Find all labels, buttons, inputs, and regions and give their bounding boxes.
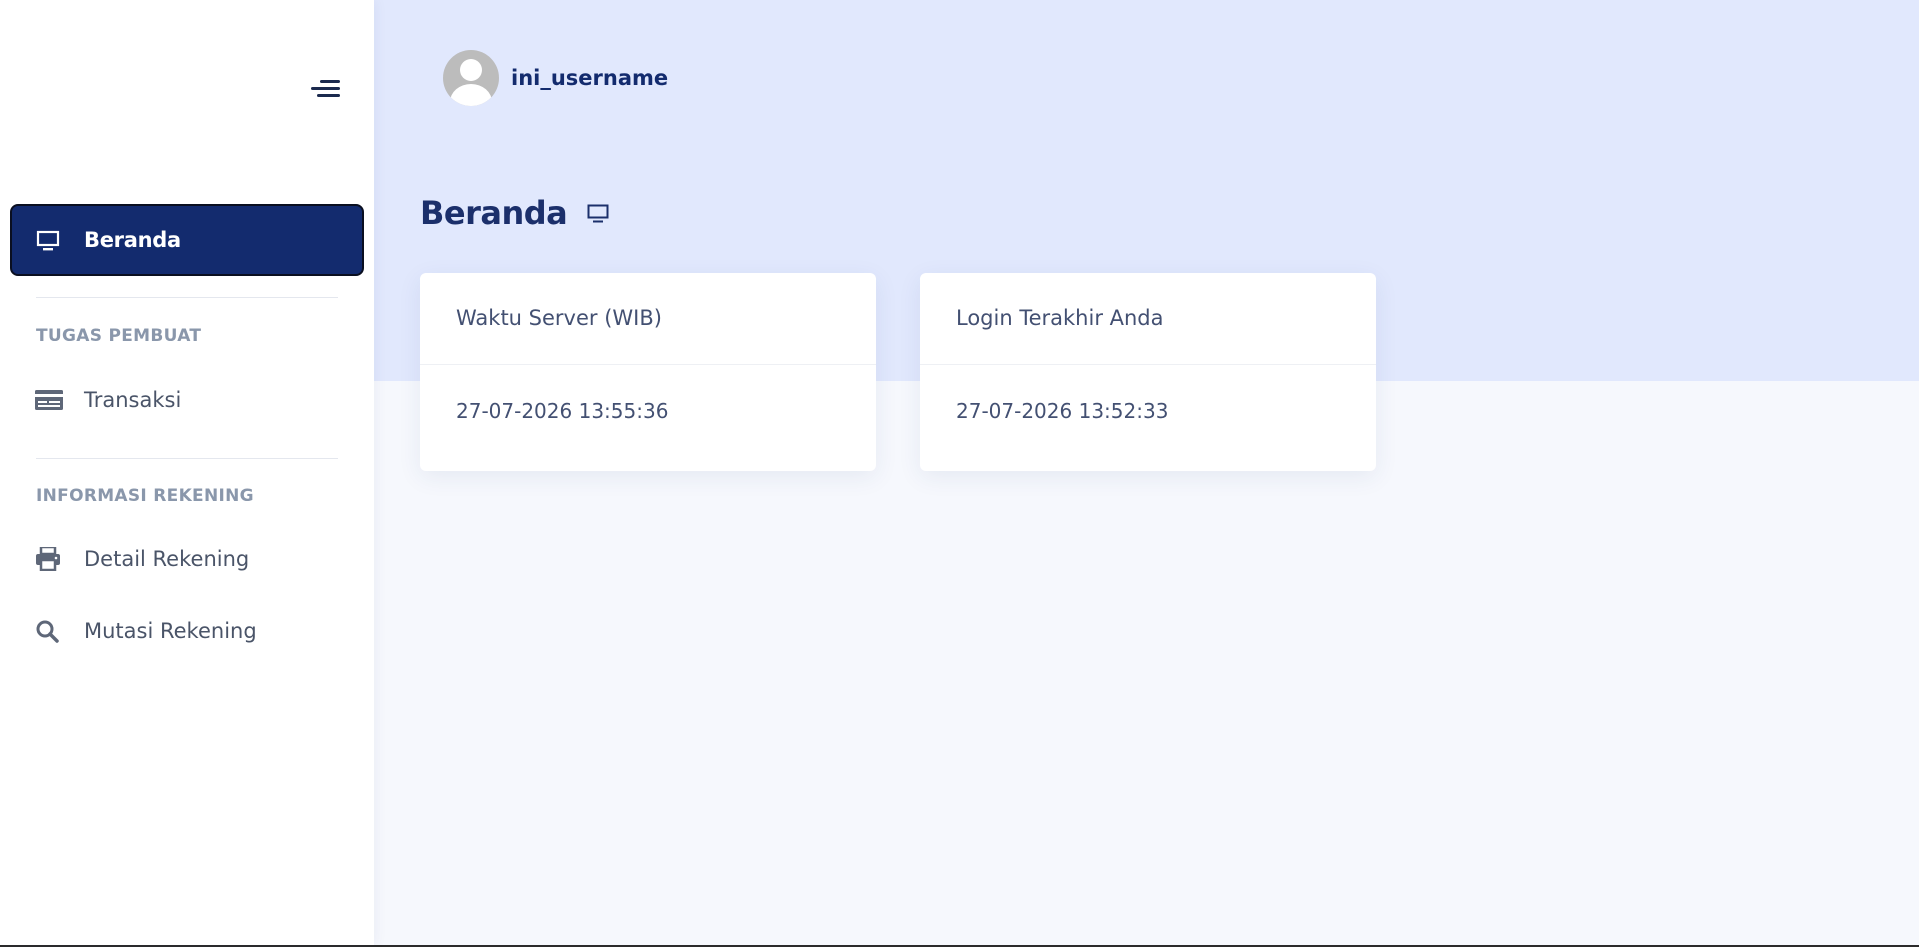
last-login-card: Login Terakhir Anda 27-07-2026 13:52:33 — [920, 273, 1376, 471]
sidebar-divider — [36, 297, 338, 298]
search-icon — [36, 620, 59, 643]
user-avatar-icon — [443, 50, 499, 106]
server-time-card: Waktu Server (WIB) 27-07-2026 13:55:36 — [420, 273, 876, 471]
credit-card-icon — [35, 390, 63, 410]
sidebar-item-mutasi-rekening[interactable]: Mutasi Rekening — [0, 609, 374, 653]
sidebar-item-label: Transaksi — [84, 388, 182, 412]
sidebar-divider — [36, 458, 338, 459]
card-header: Login Terakhir Anda — [920, 273, 1376, 365]
monitor-icon — [587, 204, 609, 223]
card-title: Login Terakhir Anda — [956, 306, 1164, 330]
card-body: 27-07-2026 13:55:36 — [420, 365, 876, 470]
sidebar-item-transaksi[interactable]: Transaksi — [0, 378, 374, 422]
app-root: Beranda TUGAS PEMBUAT Transaksi INFORMAS… — [0, 0, 1919, 947]
section-title-informasi-rekening: INFORMASI REKENING — [36, 486, 254, 506]
sidebar-item-beranda[interactable]: Beranda — [10, 204, 364, 276]
hamburger-menu-icon[interactable] — [311, 78, 340, 100]
card-value: 27-07-2026 13:55:36 — [456, 399, 669, 423]
card-value: 27-07-2026 13:52:33 — [956, 399, 1169, 423]
page-title: Beranda — [420, 194, 568, 232]
section-title-tugas-pembuat: TUGAS PEMBUAT — [36, 326, 202, 346]
card-title: Waktu Server (WIB) — [456, 306, 662, 330]
card-header: Waktu Server (WIB) — [420, 273, 876, 365]
sidebar-item-label: Mutasi Rekening — [84, 619, 257, 643]
username: ini_username — [511, 66, 669, 90]
sidebar-item-detail-rekening[interactable]: Detail Rekening — [0, 537, 374, 581]
user-profile[interactable]: ini_username — [443, 50, 668, 106]
sidebar: Beranda TUGAS PEMBUAT Transaksi INFORMAS… — [0, 0, 374, 945]
sidebar-item-label: Detail Rekening — [84, 547, 250, 571]
sidebar-item-label: Beranda — [84, 228, 181, 252]
printer-icon — [36, 547, 60, 571]
monitor-icon — [36, 230, 60, 251]
card-body: 27-07-2026 13:52:33 — [920, 365, 1376, 470]
